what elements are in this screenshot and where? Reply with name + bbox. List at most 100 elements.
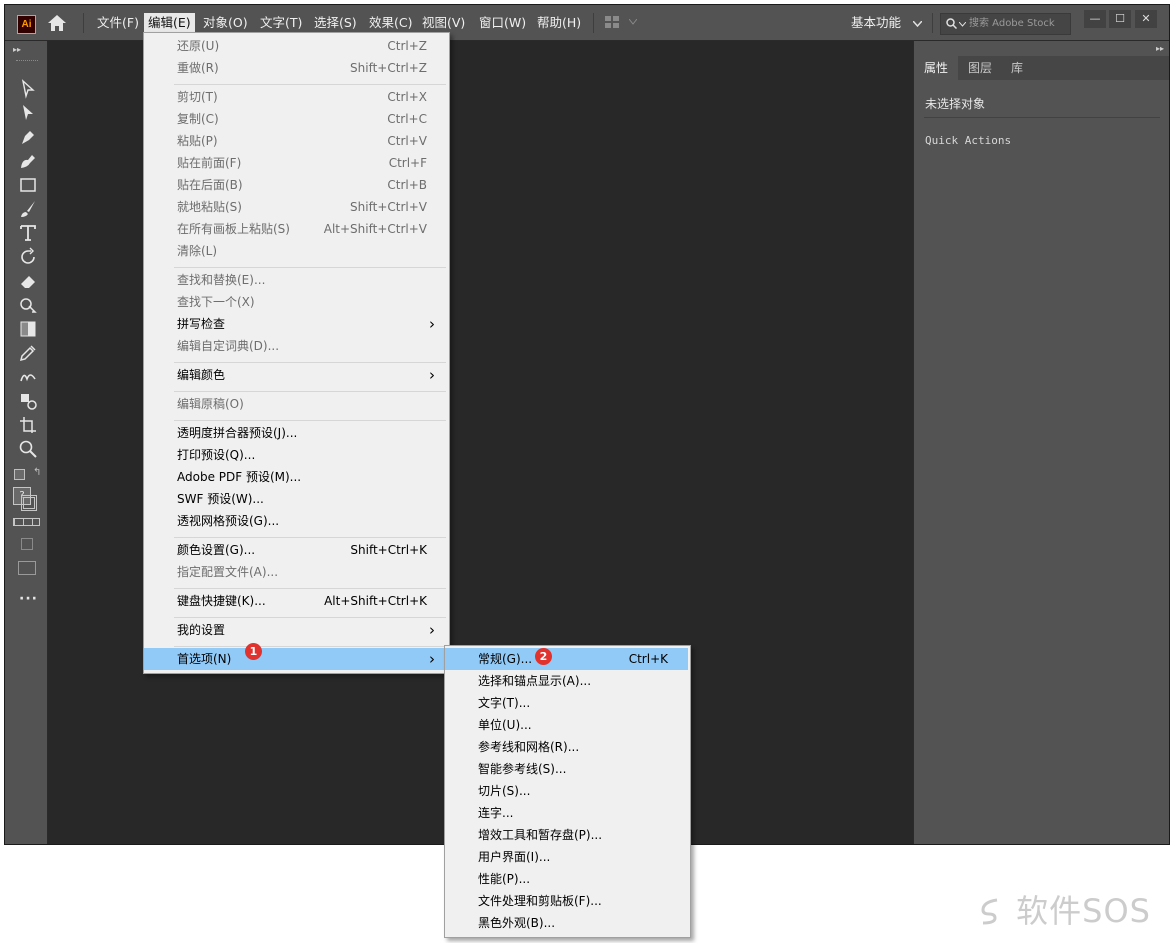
type-tool-icon[interactable]: [18, 223, 38, 243]
shape-builder-tool-icon[interactable]: [18, 295, 38, 315]
menu-view[interactable]: 视图(V): [418, 13, 469, 33]
paintbrush-tool-icon[interactable]: [18, 199, 38, 219]
symbol-sprayer-tool-icon[interactable]: [18, 391, 38, 411]
menu-file[interactable]: 文件(F): [93, 13, 143, 33]
rectangle-tool-icon[interactable]: [18, 175, 38, 195]
menu-object[interactable]: 对象(O): [199, 13, 252, 33]
eraser-tool-icon[interactable]: [18, 271, 38, 291]
artboard-tool-icon[interactable]: [18, 415, 38, 435]
menu-item-shortcut: Ctrl+V: [387, 134, 427, 148]
menu-item-3[interactable]: 剪切(T) Ctrl+X: [144, 86, 447, 108]
menu-effect[interactable]: 效果(C): [365, 13, 416, 33]
tab-layers[interactable]: 图层: [958, 56, 1002, 80]
color-gradient-none-icon[interactable]: [13, 518, 40, 526]
menu-item-shortcut: Ctrl+X: [387, 90, 427, 104]
menu-item-12[interactable]: 查找下一个(X): [144, 291, 447, 313]
divider: [593, 13, 594, 33]
menu-item-7[interactable]: 贴在后面(B) Ctrl+B: [144, 174, 447, 196]
home-icon[interactable]: [47, 13, 67, 33]
menu-item-1[interactable]: 还原(U) Ctrl+Z: [144, 35, 447, 57]
menu-item-label: 颜色设置(G)...: [177, 543, 256, 557]
panel-tabs: 属性 图层 库: [914, 56, 1169, 80]
menu-item-16[interactable]: 编辑原稿(O): [144, 393, 447, 415]
panel-grip[interactable]: [16, 60, 38, 63]
pref-item-12[interactable]: 文件处理和剪贴板(F)...: [445, 890, 688, 912]
menu-item-14[interactable]: 编辑自定词典(D)...: [144, 335, 447, 357]
pref-item-9[interactable]: 增效工具和暂存盘(P)...: [445, 824, 688, 846]
menu-edit[interactable]: 编辑(E): [144, 13, 195, 33]
menu-item-21[interactable]: 透视网格预设(G)...: [144, 510, 447, 532]
direct-selection-tool-icon[interactable]: [18, 103, 38, 123]
menu-item-23[interactable]: 指定配置文件(A)...: [144, 561, 447, 583]
menu-item-2[interactable]: 重做(R) Shift+Ctrl+Z: [144, 57, 447, 79]
menu-item-24[interactable]: 键盘快捷键(K)... Alt+Shift+Ctrl+K: [144, 590, 447, 612]
search-icon: [946, 18, 957, 29]
screen-mode-icon[interactable]: [18, 561, 36, 575]
pref-item-4[interactable]: 单位(U)...: [445, 714, 688, 736]
menu-item-13[interactable]: 拼写检查 ›: [144, 313, 447, 335]
tab-libraries[interactable]: 库: [1001, 56, 1033, 80]
menu-item-8[interactable]: 就地粘贴(S) Shift+Ctrl+V: [144, 196, 447, 218]
menu-item-15[interactable]: 编辑颜色 ›: [144, 364, 447, 386]
menu-item-label: 黑色外观(B)...: [478, 916, 556, 930]
pref-item-1[interactable]: 常规(G)... Ctrl+K: [445, 648, 688, 670]
pref-item-6[interactable]: 智能参考线(S)...: [445, 758, 688, 780]
watermark-logo-icon: [981, 898, 998, 925]
stroke-swatch[interactable]: [21, 495, 37, 511]
menu-help[interactable]: 帮助(H): [533, 13, 585, 33]
menu-item-20[interactable]: SWF 预设(W)...: [144, 488, 447, 510]
pref-item-3[interactable]: 文字(T)...: [445, 692, 688, 714]
chevron-down-icon[interactable]: [629, 19, 637, 25]
default-fill-stroke-icon[interactable]: [14, 469, 25, 480]
pen-tool-icon[interactable]: [18, 127, 38, 147]
menu-item-label: 透视网格预设(G)...: [177, 514, 280, 528]
search-stock-input[interactable]: 搜索 Adobe Stock: [940, 13, 1071, 35]
close-button[interactable]: ✕: [1135, 10, 1157, 28]
menu-item-label: 智能参考线(S)...: [478, 762, 567, 776]
blend-tool-icon[interactable]: [18, 367, 38, 387]
pref-item-7[interactable]: 切片(S)...: [445, 780, 688, 802]
menu-item-5[interactable]: 粘贴(P) Ctrl+V: [144, 130, 447, 152]
arrange-documents-icon[interactable]: [605, 16, 619, 28]
menu-window[interactable]: 窗口(W): [475, 13, 530, 33]
menu-item-9[interactable]: 在所有画板上粘贴(S) Alt+Shift+Ctrl+V: [144, 218, 447, 240]
swap-fill-stroke-icon[interactable]: ↰: [33, 467, 41, 478]
collapse-panel-icon[interactable]: ▸▸: [1156, 44, 1164, 53]
eyedropper-tool-icon[interactable]: [18, 343, 38, 363]
menu-item-17[interactable]: 透明度拼合器预设(J)...: [144, 422, 447, 444]
maximize-button[interactable]: ☐: [1109, 10, 1131, 28]
menu-separator: [174, 420, 446, 421]
menu-item-22[interactable]: 颜色设置(G)... Shift+Ctrl+K: [144, 539, 447, 561]
menu-item-10[interactable]: 清除(L): [144, 240, 447, 262]
chevron-down-icon: [959, 22, 966, 27]
menu-item-label: 清除(L): [177, 244, 218, 258]
workspace-switcher[interactable]: 基本功能: [851, 13, 923, 33]
pref-item-5[interactable]: 参考线和网格(R)...: [445, 736, 688, 758]
menu-item-shortcut: Shift+Ctrl+K: [350, 543, 427, 557]
menu-item-26[interactable]: 首选项(N) ›: [144, 648, 447, 670]
pref-item-13[interactable]: 黑色外观(B)...: [445, 912, 688, 934]
expand-panel-icon[interactable]: ▸▸: [13, 45, 21, 54]
menu-item-19[interactable]: Adobe PDF 预设(M)...: [144, 466, 447, 488]
menu-item-25[interactable]: 我的设置 ›: [144, 619, 447, 641]
minimize-button[interactable]: —: [1084, 10, 1106, 28]
menu-item-18[interactable]: 打印预设(Q)...: [144, 444, 447, 466]
drawing-mode-icon[interactable]: [21, 538, 33, 550]
pref-item-10[interactable]: 用户界面(I)...: [445, 846, 688, 868]
menu-item-label: 在所有画板上粘贴(S): [177, 222, 290, 236]
tab-properties[interactable]: 属性: [914, 56, 959, 80]
zoom-tool-icon[interactable]: [18, 439, 38, 459]
selection-tool-icon[interactable]: [18, 79, 38, 99]
pref-item-2[interactable]: 选择和锚点显示(A)...: [445, 670, 688, 692]
menu-item-4[interactable]: 复制(C) Ctrl+C: [144, 108, 447, 130]
menu-type[interactable]: 文字(T): [256, 13, 306, 33]
curvature-tool-icon[interactable]: [18, 151, 38, 171]
pref-item-11[interactable]: 性能(P)...: [445, 868, 688, 890]
menu-item-11[interactable]: 查找和替换(E)...: [144, 269, 447, 291]
menu-item-6[interactable]: 贴在前面(F) Ctrl+F: [144, 152, 447, 174]
pref-item-8[interactable]: 连字...: [445, 802, 688, 824]
gradient-tool-icon[interactable]: [18, 319, 38, 339]
menu-select[interactable]: 选择(S): [310, 13, 361, 33]
rotate-tool-icon[interactable]: [18, 247, 38, 267]
more-tools-icon[interactable]: ···: [19, 591, 38, 607]
